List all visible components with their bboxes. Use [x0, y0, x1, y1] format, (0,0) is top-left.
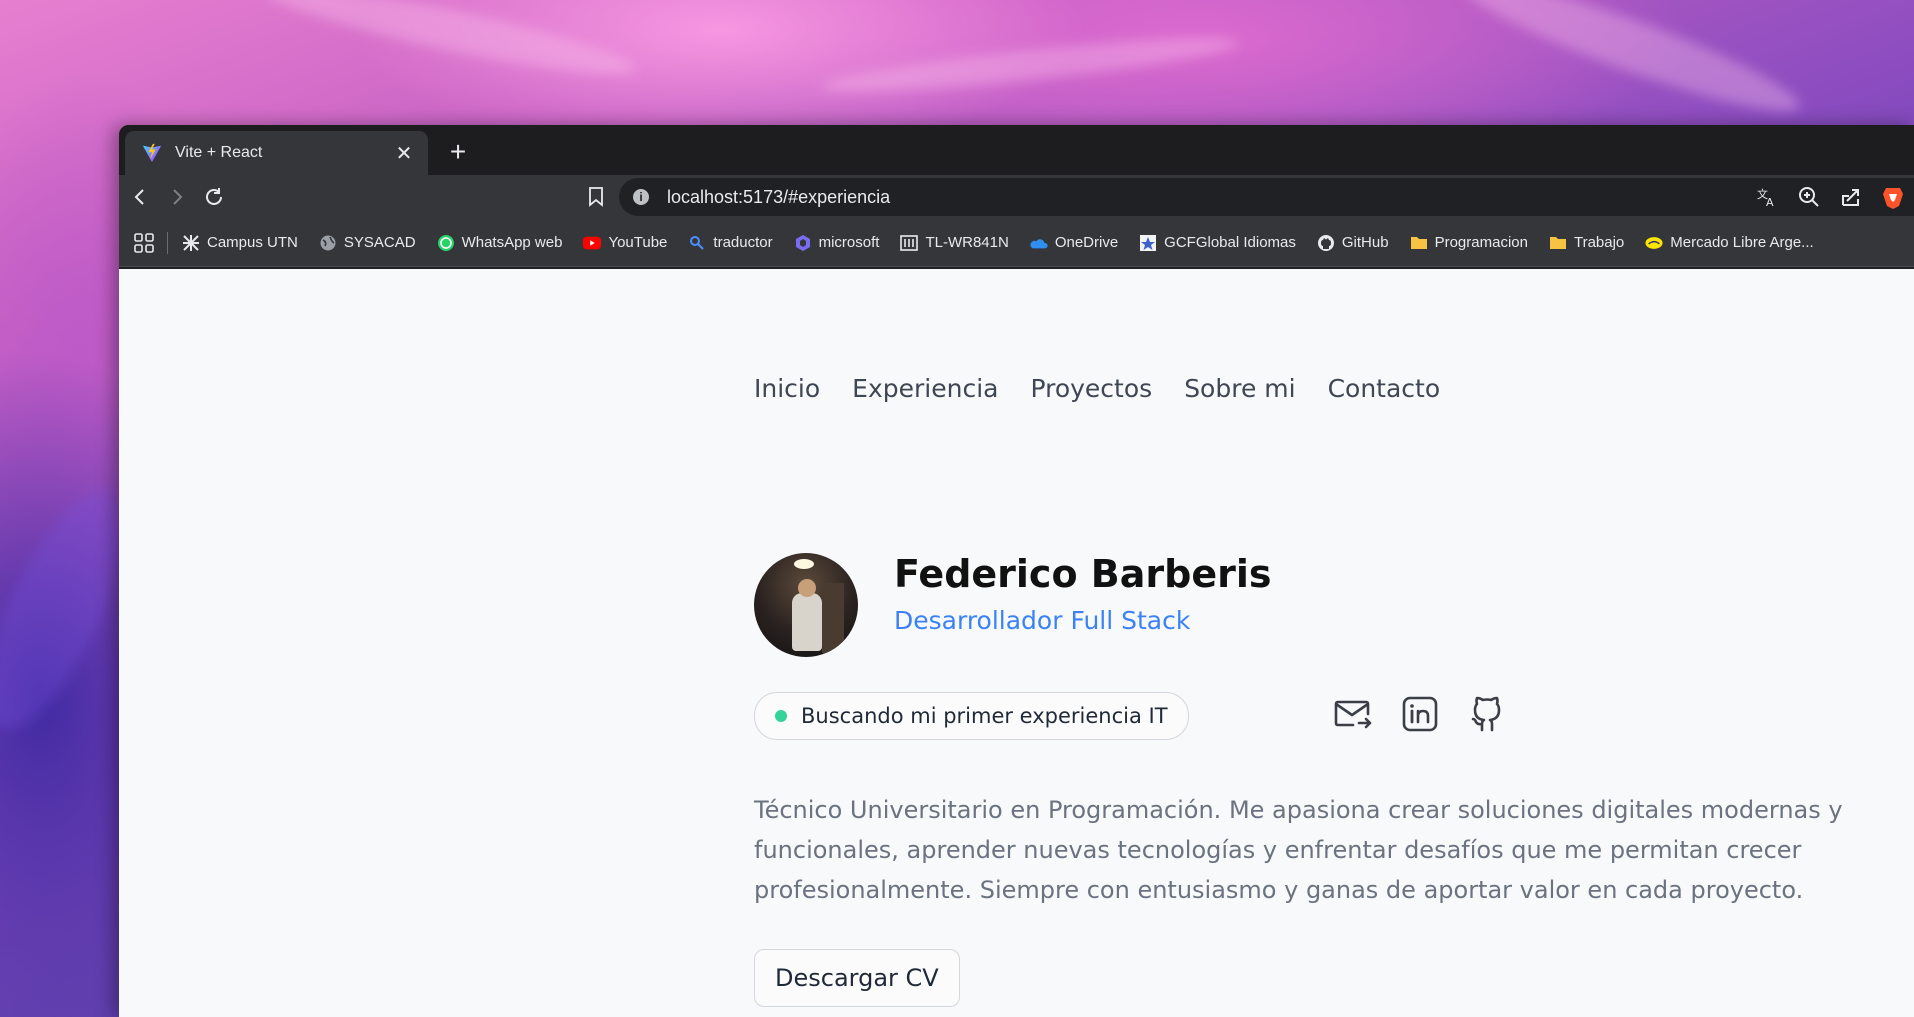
copilot-icon — [794, 234, 812, 252]
bookmarks-separator — [167, 231, 168, 254]
address-bar[interactable]: i localhost:5173/#experiencia 文A — [619, 178, 1914, 216]
brave-shields-button[interactable] — [1872, 180, 1914, 214]
status-badge: Buscando mi primer experiencia IT — [754, 692, 1189, 740]
bookmark-onedrive[interactable]: OneDrive — [1030, 234, 1118, 252]
tab-title: Vite + React — [175, 144, 263, 161]
site-info-icon[interactable]: i — [633, 189, 649, 205]
back-arrow-icon — [134, 189, 144, 205]
youtube-icon — [583, 234, 602, 252]
search-icon — [688, 234, 706, 252]
url-text[interactable]: localhost:5173/#experiencia — [667, 187, 1914, 208]
reload-button[interactable] — [197, 180, 231, 214]
nav-link-experiencia[interactable]: Experiencia — [852, 374, 998, 403]
tab-strip: Vite + React ✕ + — [119, 125, 1914, 175]
bookmark-label: SYSACAD — [343, 234, 416, 251]
translate-button[interactable]: 文A — [1746, 180, 1788, 214]
mail-icon — [1334, 700, 1372, 729]
whatsapp-icon — [437, 234, 455, 252]
onedrive-icon — [1030, 234, 1048, 252]
bookmark-tl-wr841n[interactable]: TL-WR841N — [900, 234, 1009, 252]
bookmark-folder-trabajo[interactable]: Trabajo — [1549, 234, 1624, 252]
status-text: Buscando mi primer experiencia IT — [801, 704, 1168, 728]
back-button[interactable] — [123, 180, 157, 214]
github-icon — [1317, 234, 1335, 252]
browser-toolbar: i localhost:5173/#experiencia 文A — [119, 175, 1914, 219]
mercadolibre-icon — [1645, 234, 1663, 252]
nav-link-inicio[interactable]: Inicio — [754, 374, 820, 403]
bookmark-label: traductor — [713, 234, 773, 251]
site-nav: Inicio Experiencia Proyectos Sobre mi Co… — [754, 374, 1472, 403]
svg-text:A: A — [1766, 196, 1774, 208]
bookmark-page-button[interactable] — [579, 180, 613, 214]
forward-arrow-icon — [173, 189, 183, 205]
profile-avatar — [754, 553, 858, 657]
github-link[interactable] — [1463, 690, 1511, 738]
reload-icon — [206, 188, 222, 205]
router-icon — [900, 234, 919, 252]
bookmark-label: Campus UTN — [207, 234, 298, 251]
bookmark-youtube[interactable]: YouTube — [583, 234, 667, 252]
campus-icon — [182, 234, 200, 252]
download-cv-button[interactable]: Descargar CV — [754, 949, 960, 1007]
gcf-icon — [1139, 234, 1157, 252]
close-tab-icon[interactable]: ✕ — [390, 139, 418, 167]
bookmark-sysacad[interactable]: SYSACAD — [319, 234, 416, 252]
bookmark-traductor[interactable]: traductor — [688, 234, 773, 252]
status-dot — [775, 710, 787, 722]
bookmark-icon — [589, 187, 603, 207]
bookmark-gcfglobal[interactable]: GCFGlobal Idiomas — [1139, 234, 1296, 252]
zoom-button[interactable] — [1788, 180, 1830, 214]
zoom-in-icon — [1799, 187, 1819, 207]
bookmarks-bar: Campus UTN SYSACAD WhatsApp web YouTube … — [119, 219, 1914, 267]
email-link[interactable] — [1329, 690, 1377, 738]
profile-name: Federico Barberis — [894, 552, 1272, 596]
profile-role: Desarrollador Full Stack — [894, 606, 1191, 635]
bookmark-github[interactable]: GitHub — [1317, 234, 1389, 252]
folder-icon — [1549, 234, 1567, 252]
bookmark-label: OneDrive — [1054, 234, 1119, 251]
vite-icon — [142, 143, 162, 163]
bookmark-label: GCFGlobal Idiomas — [1164, 234, 1296, 251]
globe-icon — [319, 234, 337, 252]
bookmark-whatsapp[interactable]: WhatsApp web — [437, 234, 563, 252]
brave-lion-icon — [1883, 188, 1903, 209]
browser-tab[interactable]: Vite + React ✕ — [125, 131, 428, 175]
nav-link-proyectos[interactable]: Proyectos — [1030, 374, 1152, 403]
bookmark-label: microsoft — [818, 234, 880, 251]
bookmark-folder-programacion[interactable]: Programacion — [1410, 234, 1528, 252]
browser-window: Vite + React ✕ + i localhost:5173/#exper… — [119, 125, 1914, 1017]
share-button[interactable] — [1830, 180, 1872, 214]
linkedin-link[interactable] — [1396, 690, 1444, 738]
bookmark-label: WhatsApp web — [461, 234, 563, 251]
new-tab-button[interactable]: + — [441, 135, 475, 169]
bookmark-label: Programacion — [1434, 234, 1528, 251]
translate-icon: 文A — [1757, 187, 1774, 208]
web-page: Inicio Experiencia Proyectos Sobre mi Co… — [119, 269, 1914, 1017]
bookmark-campus-utn[interactable]: Campus UTN — [182, 234, 298, 252]
bookmark-mercadolibre[interactable]: Mercado Libre Arge... — [1645, 234, 1814, 252]
nav-link-contacto[interactable]: Contacto — [1328, 374, 1441, 403]
nav-link-sobre-mi[interactable]: Sobre mi — [1184, 374, 1295, 403]
bookmark-label: TL-WR841N — [925, 234, 1009, 251]
bookmark-label: Mercado Libre Arge... — [1670, 234, 1814, 251]
bookmark-label: GitHub — [1341, 234, 1389, 251]
bookmark-microsoft[interactable]: microsoft — [794, 234, 880, 252]
linkedin-icon — [1402, 696, 1438, 732]
bookmark-label: Trabajo — [1573, 234, 1625, 251]
apps-button[interactable] — [131, 230, 157, 256]
profile-bio: Técnico Universitario en Programación. M… — [754, 796, 1843, 904]
apps-grid-icon — [134, 232, 154, 253]
share-icon — [1842, 189, 1859, 206]
github-icon — [1471, 696, 1501, 732]
folder-icon — [1410, 234, 1428, 252]
bookmark-label: YouTube — [608, 234, 668, 251]
forward-button[interactable] — [160, 180, 194, 214]
